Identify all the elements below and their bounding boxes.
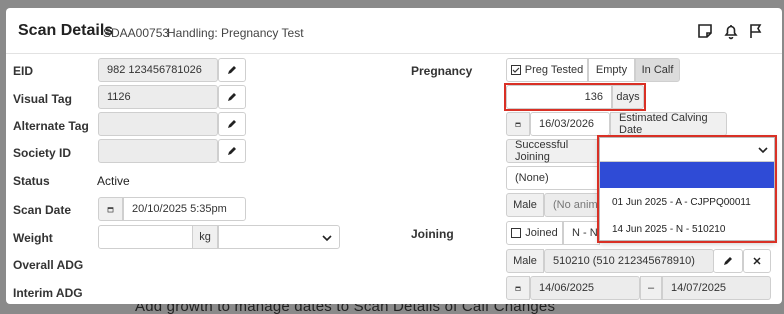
animal-field[interactable]: (No animal: [544, 193, 600, 217]
calendar-button[interactable]: [98, 197, 123, 221]
pencil-icon: [228, 93, 236, 101]
preg-tested-label: Preg Tested: [524, 64, 584, 76]
sire-edit-button[interactable]: [713, 249, 743, 273]
pencil-icon: [228, 66, 236, 74]
pencil-icon: [724, 257, 732, 265]
eid-edit-button[interactable]: [218, 58, 246, 82]
weight-unit: kg: [192, 225, 218, 249]
checkbox-icon: [511, 228, 522, 238]
joining-date-to[interactable]: 14/07/2025: [662, 276, 771, 300]
preg-tested-button[interactable]: Preg Tested: [506, 58, 588, 82]
highlight-box: [504, 83, 646, 111]
joined-label: Joined: [525, 227, 558, 239]
none-select[interactable]: (None): [506, 166, 600, 190]
calving-calendar-button[interactable]: [506, 112, 530, 136]
joining-calendar-button[interactable]: [506, 276, 530, 300]
eid-label: EID: [13, 64, 34, 78]
joining-type-label: Successful Joining: [506, 139, 601, 163]
calving-date-label: Estimated Calving Date: [610, 112, 727, 136]
calendar-icon: [107, 206, 114, 212]
joining-method-select[interactable]: N - N: [563, 221, 600, 245]
interim-adg-label: Interim ADG: [13, 286, 83, 300]
weight-label: Weight: [13, 231, 53, 245]
chevron-down-icon: [322, 235, 332, 242]
status-value: Active: [97, 174, 130, 188]
handling-label: Handling: Pregnancy Test: [167, 26, 304, 40]
pregnancy-label: Pregnancy: [411, 64, 473, 78]
scan-date-label: Scan Date: [13, 203, 72, 217]
pencil-icon: [228, 120, 236, 128]
weight-input[interactable]: [98, 225, 193, 249]
weight-unit-select[interactable]: [218, 225, 340, 249]
joining-date-from[interactable]: 14/06/2025: [530, 276, 640, 300]
calendar-icon: [515, 286, 521, 291]
flag-icon[interactable]: [747, 22, 765, 40]
scan-date-input[interactable]: 20/10/2025 5:35pm: [123, 197, 246, 221]
society-id-label: Society ID: [13, 146, 72, 160]
calving-date-input[interactable]: 16/03/2026: [530, 112, 610, 136]
joined-button[interactable]: Joined: [506, 221, 563, 245]
status-label: Status: [13, 174, 50, 188]
modal-title: Scan Details: [18, 22, 114, 39]
sex-label: Male: [506, 193, 544, 217]
pencil-icon: [228, 147, 236, 155]
in-calf-button[interactable]: In Calf: [635, 58, 680, 82]
sire-clear-button[interactable]: [743, 249, 771, 273]
alternate-tag-field: [98, 112, 218, 136]
checkbox-checked-icon: [510, 65, 521, 75]
joining-label: Joining: [411, 227, 454, 241]
visual-tag-label: Visual Tag: [13, 92, 72, 106]
overall-adg-label: Overall ADG: [13, 258, 84, 272]
highlight-box: [597, 135, 777, 243]
eid-field: 982 123456781026: [98, 58, 218, 82]
alternate-tag-edit-button[interactable]: [218, 112, 246, 136]
empty-button[interactable]: Empty: [588, 58, 635, 82]
calendar-icon: [515, 122, 521, 127]
scan-id: SDAA00753: [103, 26, 170, 40]
note-icon[interactable]: [696, 22, 714, 40]
visual-tag-edit-button[interactable]: [218, 85, 246, 109]
visual-tag-field: 1126: [98, 85, 218, 109]
close-icon: [753, 257, 761, 265]
scan-details-modal: Scan Details SDAA00753 Handling: Pregnan…: [6, 8, 782, 304]
society-id-field: [98, 139, 218, 163]
bell-icon[interactable]: [722, 22, 740, 40]
society-id-edit-button[interactable]: [218, 139, 246, 163]
date-range-separator: –: [640, 276, 662, 300]
sire-field: 510210 (510 212345678910): [544, 249, 714, 273]
sire-sex-label: Male: [506, 249, 544, 273]
modal-header: Scan Details SDAA00753 Handling: Pregnan…: [6, 8, 782, 54]
alternate-tag-label: Alternate Tag: [13, 119, 89, 133]
